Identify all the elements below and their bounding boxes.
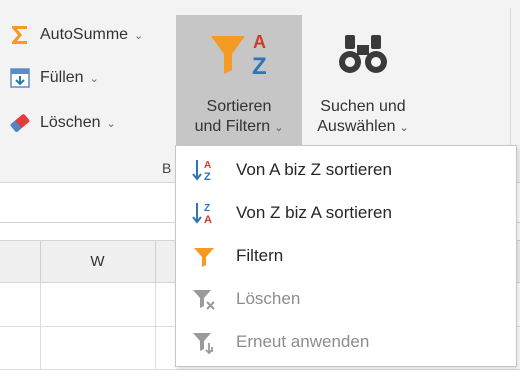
chevron-down-icon: ⌄ (89, 72, 99, 85)
menu-item-sort-a-z[interactable]: A Z Von A biz Z sortieren (176, 150, 516, 190)
svg-text:Z: Z (252, 53, 267, 80)
ribbon-separator (510, 8, 511, 168)
reapply-filter-icon (176, 322, 232, 362)
clear-button[interactable]: Löschen ⌄ (6, 108, 116, 138)
menu-item-filter[interactable]: Filtern (176, 236, 516, 276)
find-select-label-1: Suchen und (320, 98, 406, 115)
svg-text:Z: Z (204, 171, 211, 183)
find-select-label-2: Auswählen (317, 118, 396, 135)
menu-item-label: Von A biz Z sortieren (236, 160, 392, 179)
menu-item-reapply[interactable]: Erneut anwenden (176, 322, 516, 362)
menu-item-label: Filtern (236, 246, 284, 265)
menu-item-label: Erneut anwenden (236, 332, 370, 351)
autosum-label: AutoSumme (40, 26, 129, 43)
sort-filter-button[interactable]: A Z Sortieren und Filtern ⌄ (176, 15, 302, 152)
sort-filter-label-1: Sortieren (206, 98, 272, 115)
sigma-icon (6, 24, 34, 46)
chevron-down-icon: ⌄ (274, 122, 284, 134)
fill-down-icon (6, 67, 34, 89)
menu-item-label: Von Z biz A sortieren (236, 203, 392, 222)
grid-column-line (155, 283, 156, 370)
sort-z-to-a-icon: Z A (176, 193, 232, 233)
svg-text:A: A (253, 32, 266, 52)
find-select-button[interactable]: Suchen und Auswählen ⌄ (306, 15, 420, 152)
svg-text:A: A (204, 214, 212, 226)
svg-text:Z: Z (204, 203, 210, 214)
menu-item-clear-filter[interactable]: Löschen (176, 279, 516, 319)
menu-item-sort-z-a[interactable]: Z A Von Z biz A sortieren (176, 193, 516, 233)
fill-button[interactable]: Füllen ⌄ (6, 63, 99, 93)
eraser-icon (6, 112, 34, 134)
chevron-down-icon: ⌄ (399, 122, 409, 134)
column-divider[interactable] (155, 241, 156, 284)
clear-label: Löschen (40, 114, 101, 131)
autosum-button[interactable]: AutoSumme ⌄ (6, 20, 143, 50)
svg-text:A: A (204, 160, 211, 171)
fill-label: Füllen (40, 69, 84, 86)
filter-icon (176, 236, 232, 276)
sort-a-to-z-icon: A Z (176, 150, 232, 190)
sort-filter-label-2: und Filtern (194, 118, 271, 135)
sort-filter-menu: A Z Von A biz Z sortieren Z A Von Z biz … (175, 145, 517, 367)
menu-item-label: Löschen (236, 289, 301, 308)
column-header-w[interactable]: W (40, 253, 155, 270)
chevron-down-icon: ⌄ (134, 29, 144, 42)
grid-column-line (40, 283, 41, 370)
binoculars-icon (337, 25, 389, 83)
chevron-down-icon: ⌄ (106, 117, 116, 130)
ribbon-group-label: B (162, 160, 172, 176)
clear-filter-icon (176, 279, 232, 319)
sort-filter-icon: A Z (209, 25, 269, 83)
